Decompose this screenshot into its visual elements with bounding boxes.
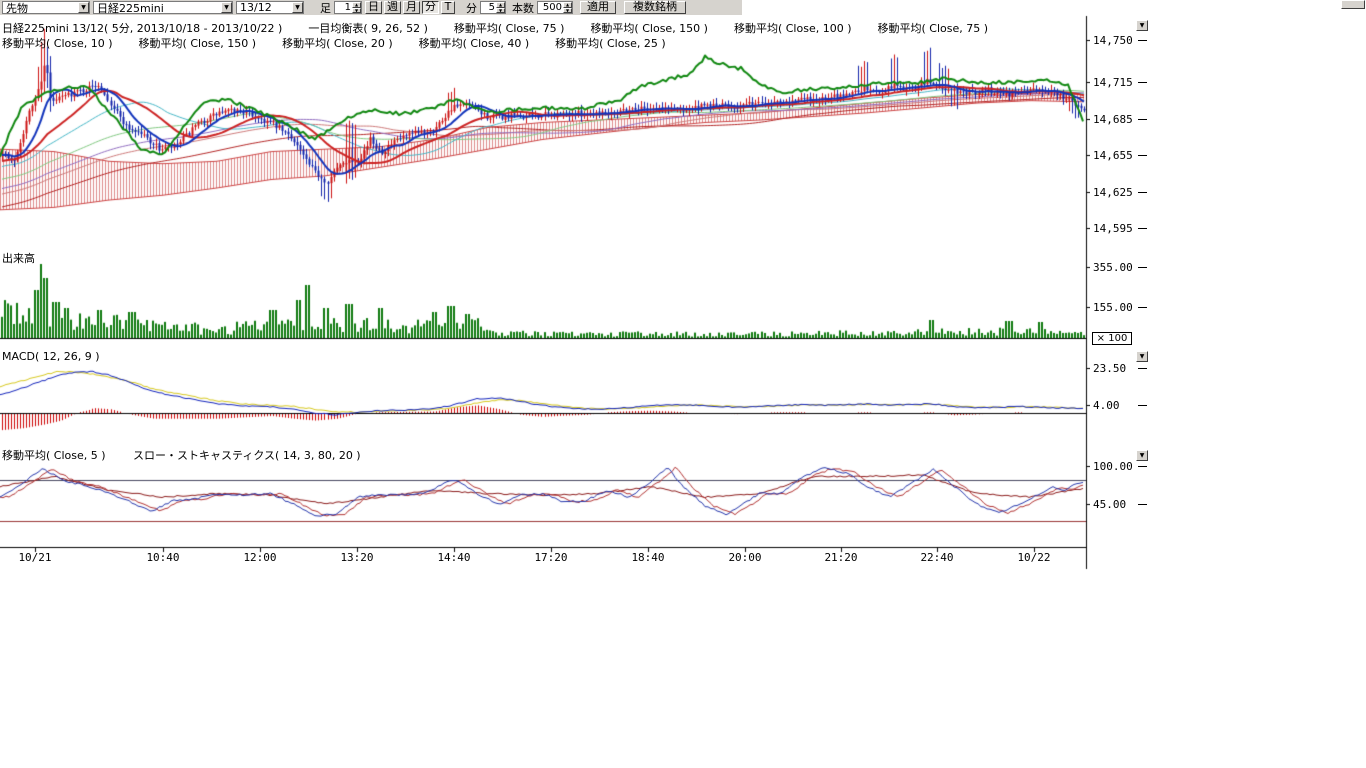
x-axis-label: 20:00 — [723, 551, 767, 564]
price-pane-legend-row1: 日経225mini 13/12( 5分, 2013/10/18 - 2013/1… — [2, 20, 1014, 36]
chevron-down-icon: ▼ — [221, 2, 232, 13]
minute-value: 5 — [481, 2, 496, 13]
chart-application-window: 先物 ▼ 日経225mini ▼ 13/12 ▼ 足 1 ▲▼ 日 週 月 分 … — [0, 0, 1366, 768]
x-axis-label: 10/21 — [13, 551, 57, 564]
ma-legend: 移動平均( Close, 150 ) — [139, 35, 257, 51]
period-month-button[interactable]: 月 — [403, 1, 420, 14]
ma-legend: 移動平均( Close, 20 ) — [282, 35, 393, 51]
y-axis-tick — [1138, 119, 1147, 120]
bar-type-label: 足 — [317, 0, 334, 16]
x-axis-label: 10/22 — [1012, 551, 1056, 564]
y-axis-tick — [1138, 192, 1147, 193]
ma-legend: 移動平均( Close, 75 ) — [878, 20, 989, 36]
bar-count-stepper[interactable]: 500 ▲▼ — [537, 1, 573, 14]
stoch-pane-menu-button[interactable]: ▼ — [1136, 450, 1148, 461]
x-axis-label: 12:00 — [238, 551, 282, 564]
x-axis-label: 18:40 — [626, 551, 670, 564]
y-axis-tick — [1138, 405, 1147, 406]
multi-symbol-button[interactable]: 複数銘柄 — [624, 1, 686, 14]
x-axis-label: 17:20 — [529, 551, 573, 564]
spin-down-icon[interactable]: ▼ — [496, 8, 505, 14]
bar-count-label: 本数 — [509, 0, 537, 16]
category-select-value: 先物 — [6, 0, 28, 16]
ma-legend: 移動平均( Close, 40 ) — [419, 35, 530, 51]
minute-label: 分 — [463, 0, 480, 16]
ma-legend: 移動平均( Close, 150 ) — [590, 20, 708, 36]
period-minute-button[interactable]: 分 — [422, 1, 439, 14]
ma-legend: 移動平均( Close, 10 ) — [2, 35, 113, 51]
y-axis-tick — [1138, 40, 1147, 41]
chevron-down-icon: ▼ — [1140, 353, 1145, 360]
symbol-legend: 日経225mini 13/12( 5分, 2013/10/18 - 2013/1… — [2, 20, 282, 36]
spinner-arrows[interactable]: ▲▼ — [352, 2, 361, 13]
ichimoku-legend: 一目均衡表( 9, 26, 52 ) — [308, 20, 428, 36]
macd-pane-menu-button[interactable]: ▼ — [1136, 351, 1148, 362]
y-axis-label: 14,715 — [1093, 76, 1133, 89]
y-axis-tick — [1138, 368, 1147, 369]
y-axis-tick — [1138, 466, 1147, 467]
x-axis-label: 13:20 — [335, 551, 379, 564]
y-axis-label: 14,750 — [1093, 34, 1133, 47]
period-tick-button[interactable]: T — [441, 1, 455, 14]
category-select[interactable]: 先物 ▼ — [2, 1, 90, 14]
chart-canvas[interactable] — [0, 0, 1090, 575]
minute-stepper[interactable]: 5 ▲▼ — [480, 1, 506, 14]
y-axis-label: 100.00 — [1093, 460, 1133, 473]
bar-interval-value: 1 — [335, 2, 352, 13]
y-axis-label: 14,595 — [1093, 222, 1133, 235]
spin-down-icon[interactable]: ▼ — [352, 8, 361, 14]
scrollbar-corner[interactable] — [1341, 0, 1365, 9]
chevron-down-icon: ▼ — [1140, 452, 1145, 459]
y-axis-tick — [1138, 228, 1147, 229]
y-axis-label: 355.00 — [1093, 261, 1133, 274]
contract-month-select[interactable]: 13/12 ▼ — [236, 1, 304, 14]
spinner-arrows[interactable]: ▲▼ — [563, 2, 572, 13]
ma-legend: 移動平均( Close, 75 ) — [454, 20, 565, 36]
y-axis-label: 14,625 — [1093, 186, 1133, 199]
contract-month-value: 13/12 — [240, 1, 272, 14]
macd-pane-title: MACD( 12, 26, 9 ) — [2, 350, 100, 363]
x-axis-label: 22:40 — [915, 551, 959, 564]
x-axis-label: 10:40 — [141, 551, 185, 564]
x-axis-label: 14:40 — [432, 551, 476, 564]
ma-legend: 移動平均( Close, 25 ) — [555, 35, 666, 51]
period-day-button[interactable]: 日 — [365, 1, 382, 14]
price-pane-menu-button[interactable]: ▼ — [1136, 20, 1148, 31]
volume-pane-title: 出来高 — [2, 250, 35, 266]
stoch-pane-title: 移動平均( Close, 5 ) スロー・ストキャスティクス( 14, 3, 8… — [2, 447, 385, 463]
y-axis-label: 14,655 — [1093, 149, 1133, 162]
y-axis-tick — [1138, 307, 1147, 308]
x-axis-label: 21:20 — [819, 551, 863, 564]
y-axis-tick — [1138, 155, 1147, 156]
y-axis-label: 23.50 — [1093, 362, 1126, 375]
bar-count-value: 500 — [538, 2, 563, 13]
apply-button[interactable]: 適用 — [580, 1, 616, 14]
ma-legend: 移動平均( Close, 100 ) — [734, 20, 852, 36]
chevron-down-icon: ▼ — [292, 2, 303, 13]
ma5-legend: 移動平均( Close, 5 ) — [2, 449, 106, 462]
chevron-down-icon: ▼ — [1140, 22, 1145, 29]
y-axis-label: 14,685 — [1093, 113, 1133, 126]
symbol-select[interactable]: 日経225mini ▼ — [93, 1, 233, 14]
y-axis-label: 4.00 — [1093, 399, 1120, 412]
price-pane-legend-row2: 移動平均( Close, 10 ) 移動平均( Close, 150 ) 移動平… — [2, 35, 692, 51]
y-axis-label: 45.00 — [1093, 498, 1126, 511]
y-axis-tick — [1138, 82, 1147, 83]
y-axis-tick — [1138, 504, 1147, 505]
spinner-arrows[interactable]: ▲▼ — [496, 2, 505, 13]
slow-stochastics-legend: スロー・ストキャスティクス( 14, 3, 80, 20 ) — [133, 449, 361, 462]
bar-interval-stepper[interactable]: 1 ▲▼ — [334, 1, 362, 14]
symbol-select-value: 日経225mini — [97, 0, 164, 16]
spin-down-icon[interactable]: ▼ — [563, 8, 572, 14]
volume-scale-badge: × 100 — [1092, 332, 1132, 345]
period-week-button[interactable]: 週 — [384, 1, 401, 14]
toolbar: 先物 ▼ 日経225mini ▼ 13/12 ▼ 足 1 ▲▼ 日 週 月 分 … — [0, 0, 742, 15]
y-axis-tick — [1138, 267, 1147, 268]
chevron-down-icon: ▼ — [78, 2, 89, 13]
y-axis-label: 155.00 — [1093, 301, 1133, 314]
